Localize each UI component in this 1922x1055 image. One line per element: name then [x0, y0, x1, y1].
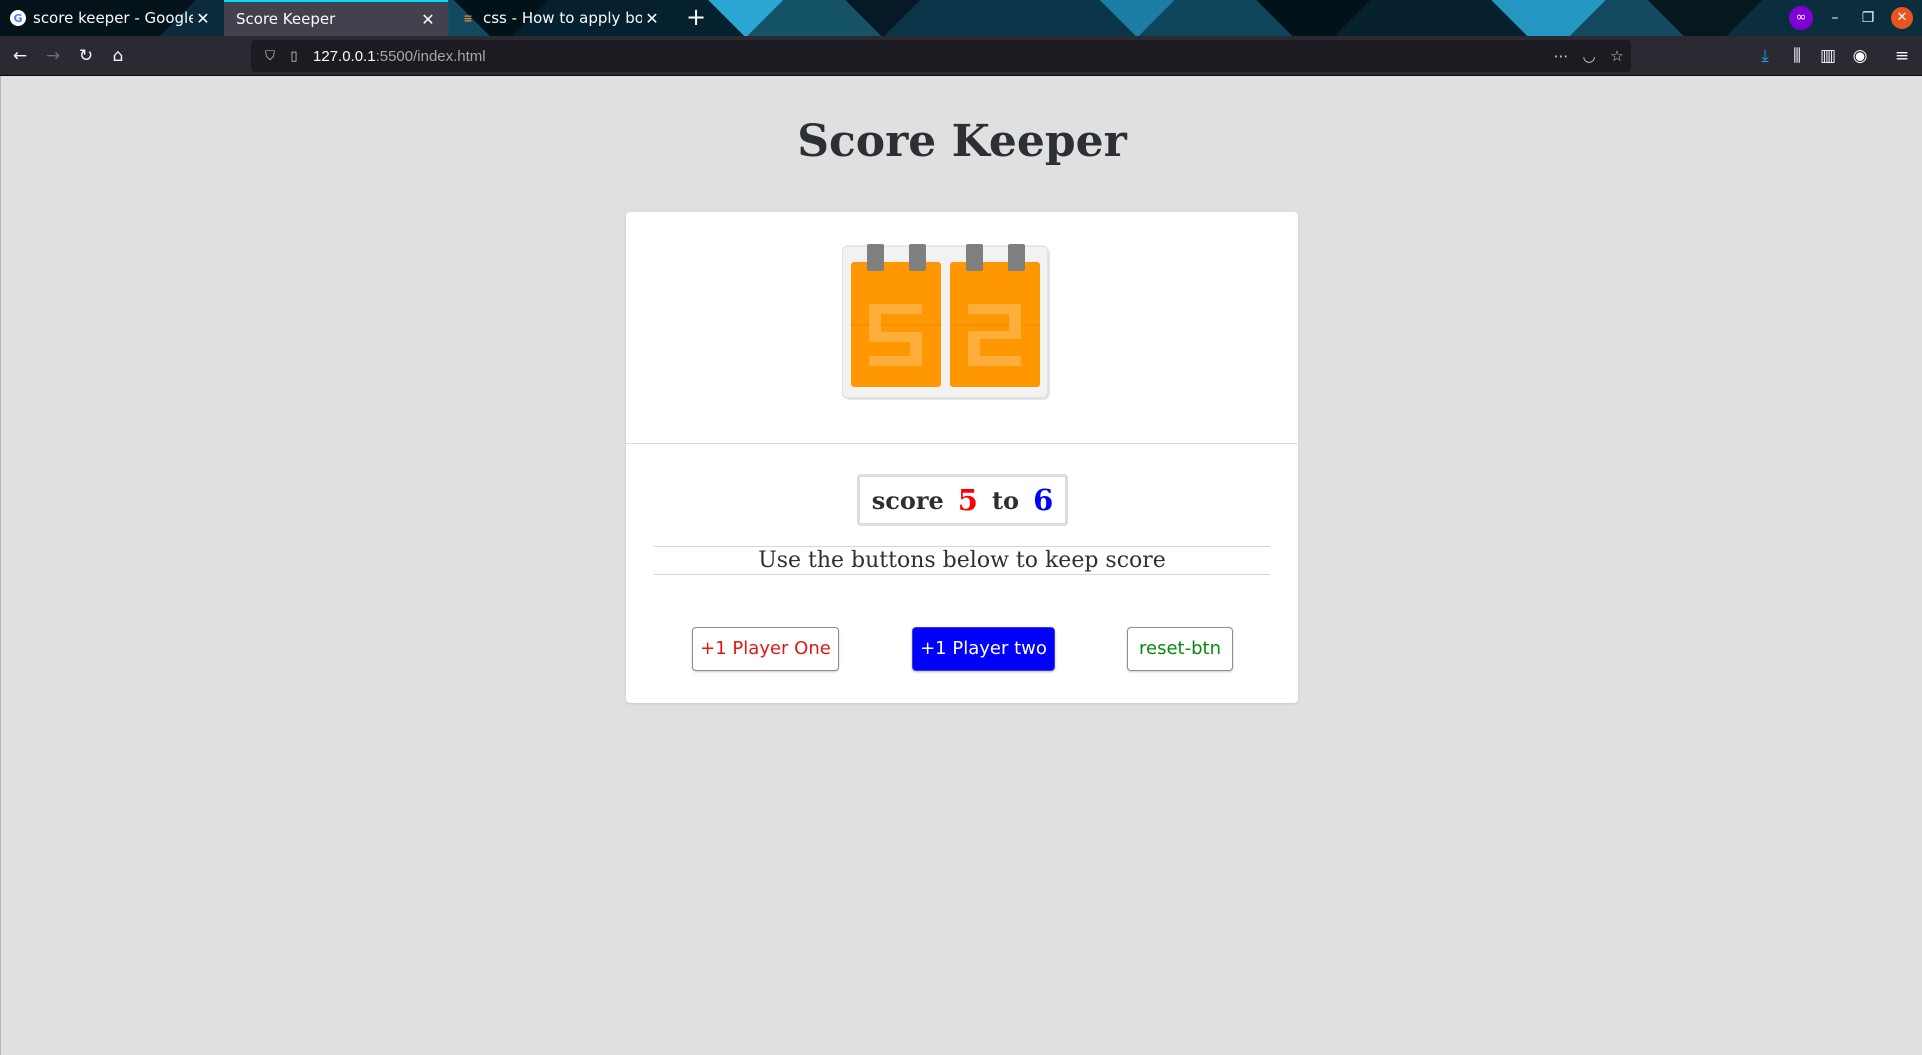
- account-icon[interactable]: ◉: [1848, 44, 1872, 68]
- card-image: [626, 212, 1298, 444]
- window-close-icon[interactable]: ✕: [1891, 7, 1913, 29]
- pocket-icon[interactable]: ◡: [1577, 44, 1601, 68]
- tracking-shield-icon[interactable]: ⛉: [259, 49, 281, 64]
- home-icon[interactable]: ⌂: [106, 44, 130, 68]
- url-text[interactable]: 127.0.0.1:5500/index.html: [313, 48, 486, 65]
- instructions-text: Use the buttons below to keep score: [654, 546, 1270, 575]
- tab-title: css - How to apply box-s: [483, 9, 642, 27]
- restore-icon[interactable]: ❐: [1856, 6, 1880, 30]
- minimize-icon[interactable]: –: [1823, 6, 1847, 30]
- page-title: Score Keeper: [797, 116, 1127, 167]
- sidebar-icon[interactable]: ▥: [1816, 44, 1840, 68]
- url-host: 127.0.0.1: [313, 47, 376, 65]
- player-two-score: 6: [1033, 483, 1054, 517]
- tab-google-search[interactable]: G score keeper - Google Se ✕: [0, 0, 223, 36]
- scoreboard-flip-card-icon: [842, 244, 1050, 400]
- player-one-button[interactable]: +1 Player One: [692, 627, 839, 671]
- new-tab-button[interactable]: +: [682, 4, 710, 32]
- address-bar[interactable]: ⛉ ▯ 127.0.0.1:5500/index.html ⋯ ◡ ☆: [251, 40, 1631, 72]
- back-arrow-icon[interactable]: ←: [8, 44, 32, 68]
- url-path: :5500/index.html: [375, 47, 486, 65]
- page-actions-icon[interactable]: ⋯: [1549, 44, 1573, 68]
- tab-title: score keeper - Google Se: [33, 9, 193, 27]
- score-card: score 5 to 6 Use the buttons below to ke…: [626, 212, 1298, 703]
- forward-arrow-icon[interactable]: →: [41, 44, 65, 68]
- page-info-icon[interactable]: ▯: [283, 49, 305, 64]
- navigation-toolbar: ← → ↻ ⌂ ⛉ ▯ 127.0.0.1:5500/index.html ⋯ …: [0, 36, 1922, 76]
- tab-score-keeper[interactable]: Score Keeper ✕: [224, 0, 448, 36]
- menu-hamburger-icon[interactable]: ≡: [1890, 44, 1914, 68]
- tab-close-icon[interactable]: ✕: [193, 9, 213, 28]
- private-browsing-icon: ∞: [1789, 6, 1813, 30]
- tab-stackoverflow[interactable]: ≡ css - How to apply box-s ✕: [450, 0, 672, 36]
- tab-close-icon[interactable]: ✕: [418, 10, 438, 29]
- player-one-score: 5: [957, 483, 978, 517]
- score-display: score 5 to 6: [857, 474, 1068, 526]
- stackoverflow-favicon-icon: ≡: [463, 11, 473, 25]
- score-connector: to: [991, 485, 1020, 515]
- google-favicon-icon: G: [10, 10, 26, 26]
- score-label: score: [871, 485, 944, 515]
- reset-button[interactable]: reset-btn: [1127, 627, 1233, 671]
- bookmark-star-icon[interactable]: ☆: [1605, 44, 1629, 68]
- tab-close-icon[interactable]: ✕: [642, 9, 662, 28]
- reload-icon[interactable]: ↻: [74, 44, 98, 68]
- page-viewport: Score Keeper score 5 to 6 Use the button…: [0, 76, 1922, 1055]
- player-two-button[interactable]: +1 Player two: [912, 627, 1055, 671]
- tab-title: Score Keeper: [236, 10, 336, 28]
- downloads-icon[interactable]: ⤓: [1753, 44, 1777, 68]
- tab-strip: G score keeper - Google Se ✕ Score Keepe…: [0, 0, 1922, 36]
- library-icon[interactable]: ⫼: [1785, 44, 1809, 68]
